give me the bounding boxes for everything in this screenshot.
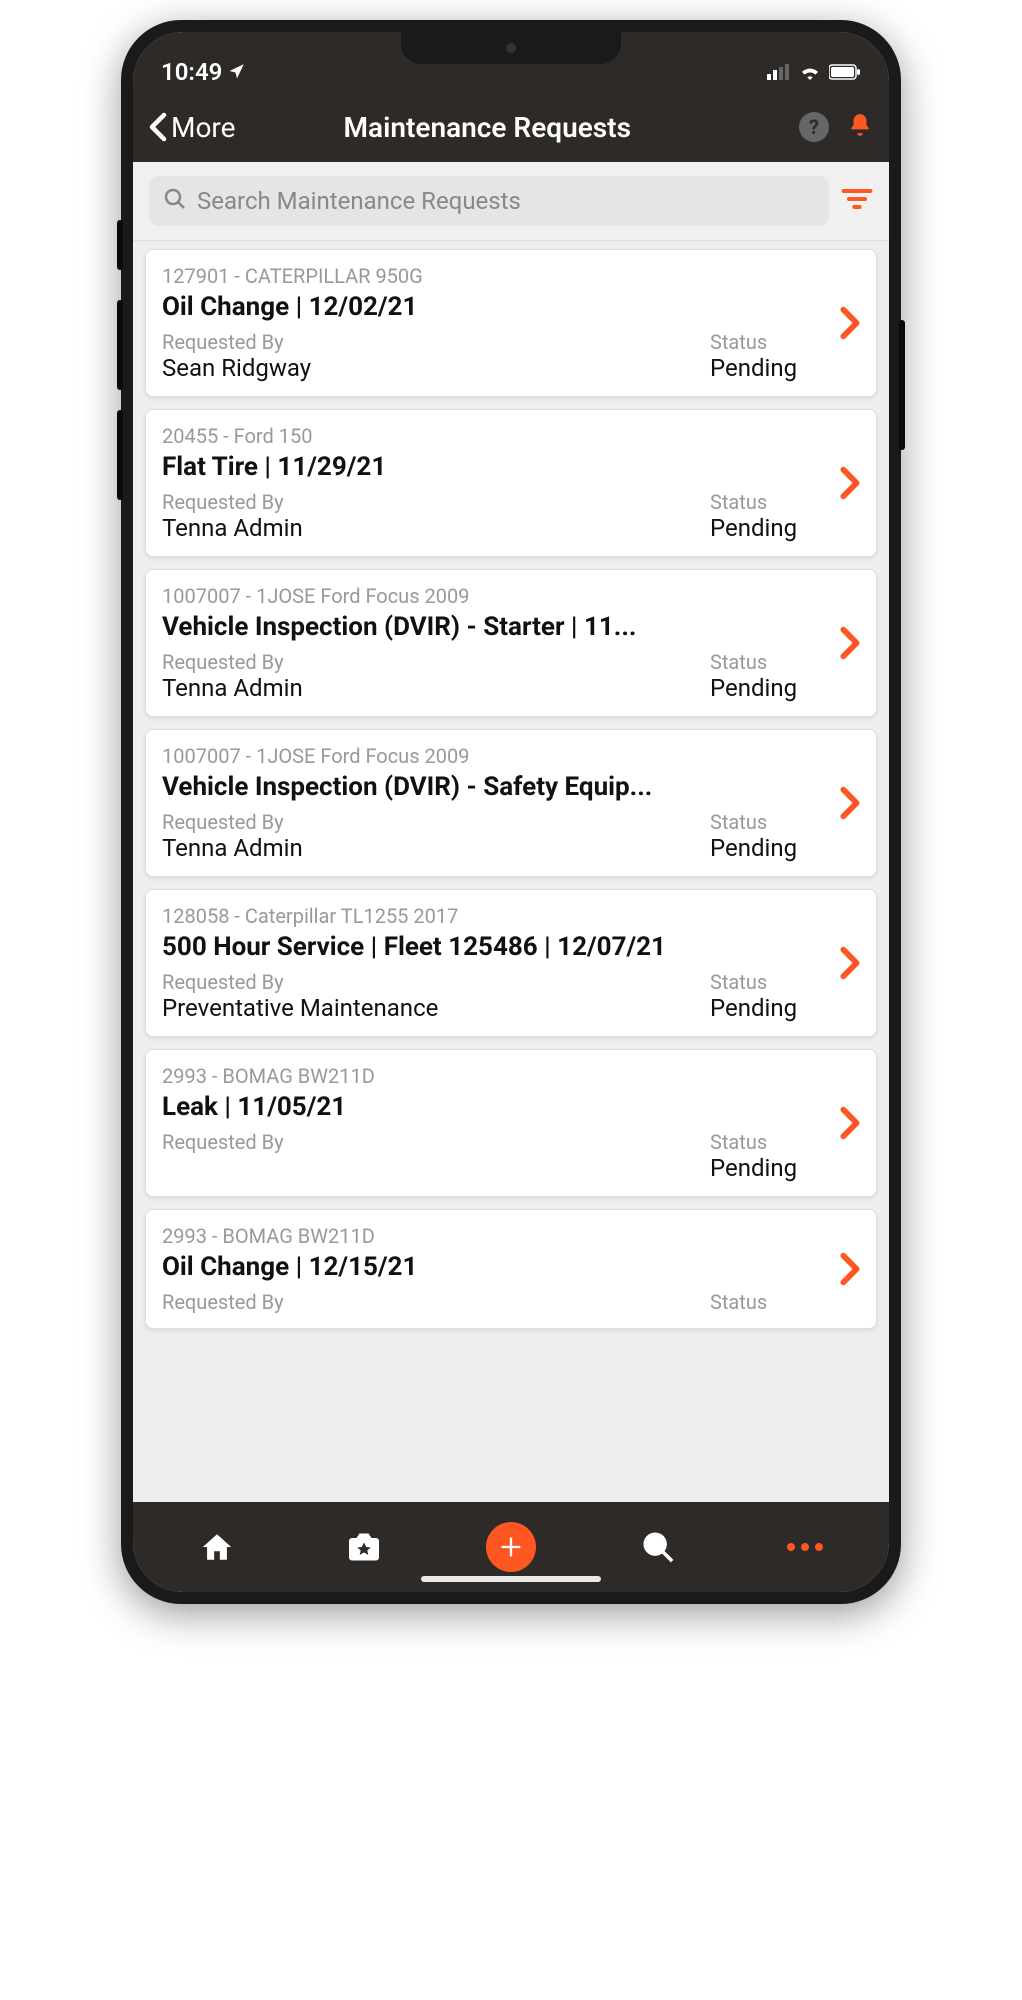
asset-id: 1007007 - 1JOSE Ford Focus 2009	[162, 744, 830, 768]
request-card[interactable]: 20455 - Ford 150 Flat Tire | 11/29/21 Re…	[145, 409, 877, 557]
requested-by-value: Tenna Admin	[162, 514, 303, 542]
wifi-icon	[799, 58, 821, 86]
status-label: Status	[710, 1290, 830, 1314]
request-title: Oil Change | 12/02/21	[162, 292, 830, 322]
tab-add[interactable]	[486, 1522, 536, 1572]
tab-search[interactable]	[633, 1522, 683, 1572]
chevron-right-icon	[840, 744, 860, 862]
asset-id: 2993 - BOMAG BW211D	[162, 1224, 830, 1248]
request-title: Leak | 11/05/21	[162, 1092, 830, 1122]
request-card[interactable]: 127901 - CATERPILLAR 950G Oil Change | 1…	[145, 249, 877, 397]
status-value: Pending	[710, 994, 830, 1022]
tab-more[interactable]	[780, 1522, 830, 1572]
chevron-right-icon	[840, 1064, 860, 1182]
chevron-right-icon	[840, 424, 860, 542]
requested-by-label: Requested By	[162, 650, 303, 674]
status-label: Status	[710, 810, 830, 834]
search-box[interactable]	[149, 176, 829, 226]
requested-by-value: Sean Ridgway	[162, 354, 311, 382]
search-icon	[163, 187, 187, 215]
requested-by-label: Requested By	[162, 970, 438, 994]
requested-by-label: Requested By	[162, 490, 303, 514]
search-input[interactable]	[197, 187, 815, 215]
request-title: Flat Tire | 11/29/21	[162, 452, 830, 482]
chevron-right-icon	[840, 1224, 860, 1314]
help-icon[interactable]: ?	[799, 112, 829, 142]
request-card[interactable]: 2993 - BOMAG BW211D Oil Change | 12/15/2…	[145, 1209, 877, 1329]
request-list[interactable]: 127901 - CATERPILLAR 950G Oil Change | 1…	[133, 241, 889, 1502]
request-card[interactable]: 1007007 - 1JOSE Ford Focus 2009 Vehicle …	[145, 729, 877, 877]
status-label: Status	[710, 650, 830, 674]
request-title: Vehicle Inspection (DVIR) - Safety Equip…	[162, 772, 830, 802]
requested-by-label: Requested By	[162, 810, 303, 834]
chevron-right-icon	[840, 904, 860, 1022]
request-card[interactable]: 2993 - BOMAG BW211D Leak | 11/05/21 Requ…	[145, 1049, 877, 1197]
request-card[interactable]: 1007007 - 1JOSE Ford Focus 2009 Vehicle …	[145, 569, 877, 717]
tab-home[interactable]	[192, 1522, 242, 1572]
status-value: Pending	[710, 674, 830, 702]
status-value: Pending	[710, 834, 830, 862]
requested-by-label: Requested By	[162, 330, 311, 354]
status-value: Pending	[710, 354, 830, 382]
status-label: Status	[710, 970, 830, 994]
status-value: Pending	[710, 1154, 830, 1182]
nav-header: More Maintenance Requests ?	[133, 92, 889, 162]
status-time: 10:49	[161, 58, 222, 86]
requested-by-value: Tenna Admin	[162, 674, 303, 702]
request-title: Vehicle Inspection (DVIR) - Starter | 11…	[162, 612, 830, 642]
requested-by-label: Requested By	[162, 1290, 284, 1314]
request-card[interactable]: 128058 - Caterpillar TL1255 2017 500 Hou…	[145, 889, 877, 1037]
asset-id: 1007007 - 1JOSE Ford Focus 2009	[162, 584, 830, 608]
request-title: 500 Hour Service | Fleet 125486 | 12/07/…	[162, 932, 830, 962]
chevron-right-icon	[840, 264, 860, 382]
tab-camera[interactable]	[339, 1522, 389, 1572]
filter-button[interactable]	[841, 186, 873, 216]
battery-icon	[829, 58, 861, 86]
chevron-right-icon	[840, 584, 860, 702]
more-dots-icon	[787, 1543, 823, 1551]
page-title: Maintenance Requests	[176, 111, 800, 144]
requested-by-value: Tenna Admin	[162, 834, 303, 862]
asset-id: 128058 - Caterpillar TL1255 2017	[162, 904, 830, 928]
status-label: Status	[710, 1130, 830, 1154]
location-icon	[228, 58, 246, 86]
requested-by-value: Preventative Maintenance	[162, 994, 438, 1022]
bell-icon[interactable]	[847, 111, 873, 143]
requested-by-label: Requested By	[162, 1130, 284, 1154]
signal-icon	[767, 58, 791, 86]
status-label: Status	[710, 490, 830, 514]
asset-id: 127901 - CATERPILLAR 950G	[162, 264, 830, 288]
request-title: Oil Change | 12/15/21	[162, 1252, 830, 1282]
status-label: Status	[710, 330, 830, 354]
status-value: Pending	[710, 514, 830, 542]
asset-id: 20455 - Ford 150	[162, 424, 830, 448]
search-row	[133, 162, 889, 241]
asset-id: 2993 - BOMAG BW211D	[162, 1064, 830, 1088]
home-indicator[interactable]	[421, 1576, 601, 1582]
